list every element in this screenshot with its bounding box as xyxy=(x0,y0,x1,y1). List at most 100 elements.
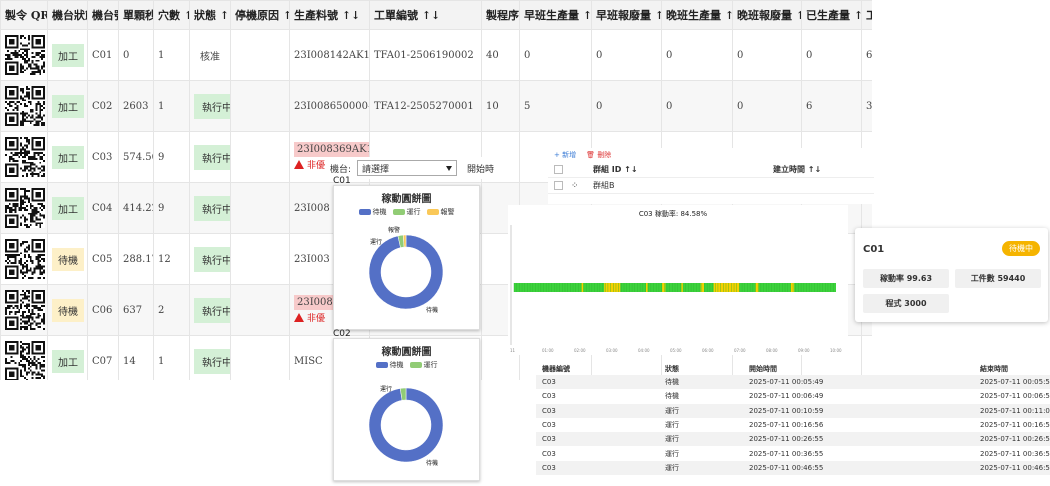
qr-cell xyxy=(1,81,48,132)
donut-legend: 待機 運行 報警 xyxy=(334,207,479,217)
log-row[interactable]: C03待機2025-07-11 00:05:492025-07-11 00:05… xyxy=(536,375,1050,389)
log-row[interactable]: C03待機2025-07-11 00:06:492025-07-11 00:06… xyxy=(536,389,1050,403)
group-row[interactable]: ⁘ 群組B xyxy=(548,178,874,194)
qr-code-image[interactable] xyxy=(5,35,45,75)
machine-filter: 機台: 請選擇 開始時 xyxy=(330,157,510,179)
machine-status-cell: 待機 xyxy=(48,234,88,285)
expand-icon[interactable]: ⁘ xyxy=(571,181,593,191)
part-no[interactable]: 23I008 xyxy=(294,203,330,214)
log-col-header[interactable]: 結束時間 xyxy=(980,362,1008,376)
cavity-cell: 1 xyxy=(154,30,190,81)
part-no[interactable]: 23I008650000#01 xyxy=(294,101,370,112)
donut-callout-label: 待機 xyxy=(426,459,438,467)
donut-callout-label: 運行 xyxy=(370,238,382,246)
col-header-order-qty: 工單 xyxy=(862,1,873,30)
legend-item[interactable]: 待機 xyxy=(359,207,387,217)
qr-code-image[interactable] xyxy=(5,290,45,330)
table-row[interactable]: 加工C0226031執行中23I008650000#01TFA12-250527… xyxy=(1,81,873,132)
cavity-cell: 9 xyxy=(154,183,190,234)
log-col-header[interactable]: 開始時間 xyxy=(749,362,777,376)
log-row[interactable]: C03運行2025-07-11 00:10:592025-07-11 00:11… xyxy=(536,404,1050,418)
chevron-down-icon xyxy=(446,166,452,171)
col-header-cavity[interactable]: 穴數 ↑↓ xyxy=(154,1,190,30)
machine-no-cell: C03 xyxy=(88,132,119,183)
part-no[interactable]: 23I003 xyxy=(294,254,330,265)
timeline-wait-segment[interactable] xyxy=(701,283,704,292)
legend-item[interactable]: 運行 xyxy=(410,360,438,370)
machine-filter-label: 機台: xyxy=(330,162,351,175)
table-header-row: 製令 QRC 機台狀態 機台號 單顆秒數 穴數 ↑↓ 狀態 ↑↓ 停機原因 ↑↓… xyxy=(1,1,873,30)
timeline-wait-segment[interactable] xyxy=(681,283,683,292)
col-header-morning-scrap[interactable]: 早班報廢量 ↑↓ xyxy=(592,1,662,30)
timeline-wait-segment[interactable] xyxy=(791,283,794,292)
group-toolbar: + 新增 🗑 刪除 xyxy=(548,148,874,162)
produced-cell: 6 xyxy=(802,81,862,132)
cycle-sec-cell: 0 xyxy=(119,30,154,81)
log-row[interactable]: C03運行2025-07-11 00:26:552025-07-11 00:26… xyxy=(536,432,1050,446)
col-header-state[interactable]: 狀態 ↑↓ xyxy=(190,1,231,30)
status-badge: 待機中 xyxy=(1002,241,1040,256)
log-col-header[interactable]: 狀態 xyxy=(665,362,679,376)
machine-select[interactable]: 請選擇 xyxy=(357,160,457,176)
log-row[interactable]: C03運行2025-07-11 00:16:562025-07-11 00:16… xyxy=(536,418,1050,432)
log-row[interactable]: C03運行2025-07-11 00:36:552025-07-11 00:36… xyxy=(536,447,1050,461)
plus-icon: + xyxy=(554,151,562,159)
select-all-checkbox[interactable] xyxy=(554,165,563,174)
state-cell: 執行中 xyxy=(190,336,231,381)
row-checkbox[interactable] xyxy=(554,181,563,190)
qr-code-image[interactable] xyxy=(5,137,45,177)
produced-cell: 0 xyxy=(802,30,862,81)
cavity-cell: 1 xyxy=(154,81,190,132)
col-header-night-scrap[interactable]: 晚班報廢量 ↑↓ xyxy=(733,1,802,30)
add-group-button[interactable]: + 新增 xyxy=(554,150,576,160)
col-header-machine-status: 機台狀態 xyxy=(48,1,88,30)
col-header-stop-reason[interactable]: 停機原因 ↑↓ xyxy=(231,1,290,30)
col-header-part-no[interactable]: 生產料號 ↑↓ xyxy=(290,1,370,30)
qr-code-image[interactable] xyxy=(5,86,45,126)
col-header-morning-prod[interactable]: 早班生產量 ↑↓ xyxy=(520,1,592,30)
delete-group-button[interactable]: 🗑 刪除 xyxy=(586,150,611,160)
table-row[interactable]: 加工C0101核准23I008142AK1TFA01-2506190002400… xyxy=(1,30,873,81)
legend-item[interactable]: 待機 xyxy=(376,360,404,370)
legend-item[interactable]: 運行 xyxy=(393,207,421,217)
machine-no-cell: C07 xyxy=(88,336,119,381)
part-no-cell: 23I008650000#01 xyxy=(290,81,370,132)
timeline-wait-segment[interactable] xyxy=(714,283,740,292)
status-log-table: 機器編號狀態開始時間結束時間C03待機2025-07-11 00:05:4920… xyxy=(536,350,1050,479)
state-chip: 執行中 xyxy=(194,94,231,119)
machine-name: C01 xyxy=(863,244,884,255)
col-header-produced[interactable]: 已生產量 ↑↓ xyxy=(802,1,862,30)
group-panel: + 新增 🗑 刪除 群組 ID ↑↓ 建立時間 ↑↓ ⁘ 群組B xyxy=(548,148,874,204)
part-no[interactable]: 23I008 xyxy=(294,295,336,310)
legend-item[interactable]: 報警 xyxy=(427,207,455,217)
col-header-night-prod[interactable]: 晚班生產量 ↑↓ xyxy=(662,1,733,30)
timeline-wait-segment[interactable] xyxy=(662,283,665,292)
part-no[interactable]: 23I008142AK1 xyxy=(294,50,370,61)
log-state: 待機 xyxy=(665,375,679,389)
state-chip: 執行中 xyxy=(194,145,231,170)
col-header-group-id[interactable]: 群組 ID ↑↓ xyxy=(593,164,773,175)
timeline-wait-segment[interactable] xyxy=(604,283,620,292)
machine-status-cell: 待機 xyxy=(48,285,88,336)
machine-status-cell: 加工 xyxy=(48,81,88,132)
part-no[interactable]: MISC xyxy=(294,356,323,367)
machine-no-cell: C05 xyxy=(88,234,119,285)
qr-cell xyxy=(1,132,48,183)
qr-code-image[interactable] xyxy=(5,239,45,279)
qr-code-image[interactable] xyxy=(5,188,45,228)
col-header-created[interactable]: 建立時間 ↑↓ xyxy=(773,164,821,175)
stop-reason-cell xyxy=(231,234,290,285)
part-no[interactable]: 23I008369AK1 xyxy=(294,142,370,157)
log-row[interactable]: C03運行2025-07-11 00:46:552025-07-11 00:46… xyxy=(536,461,1050,475)
timeline-wait-segment[interactable] xyxy=(646,283,648,292)
qr-code-image[interactable] xyxy=(5,341,45,380)
col-header-work-order[interactable]: 工單編號 ↑↓ xyxy=(370,1,482,30)
log-state: 運行 xyxy=(665,461,679,475)
log-col-header[interactable]: 機器編號 xyxy=(542,362,570,376)
machine-status-cell: 加工 xyxy=(48,336,88,381)
log-state: 運行 xyxy=(665,418,679,432)
log-machine: C03 xyxy=(542,375,556,389)
timeline-wait-segment[interactable] xyxy=(582,283,584,292)
qr-cell xyxy=(1,183,48,234)
utilization-stat: 稼動率 99.63 xyxy=(863,269,949,288)
